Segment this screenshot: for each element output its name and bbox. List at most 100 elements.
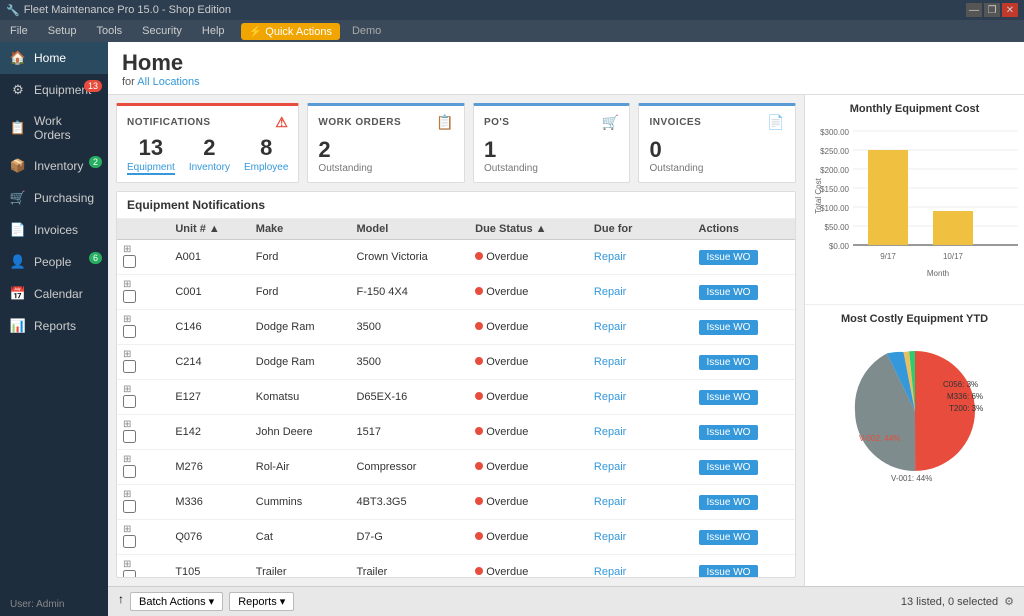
due-for-link[interactable]: Repair xyxy=(594,531,626,543)
row-due-for: Repair xyxy=(588,275,693,310)
invoices-icon: 📄 xyxy=(10,222,26,238)
row-status: Overdue xyxy=(469,450,588,485)
sidebar-item-reports[interactable]: 📊 Reports xyxy=(0,310,108,342)
issue-wo-button[interactable]: Issue WO xyxy=(699,565,759,578)
maximize-button[interactable]: ❐ xyxy=(984,3,1000,17)
sidebar-label-equipment: Equipment xyxy=(34,83,91,97)
row-warn xyxy=(147,555,169,578)
menu-security[interactable]: Security xyxy=(138,23,186,39)
reports-button[interactable]: Reports ▾ xyxy=(229,592,294,611)
row-model: D7-G xyxy=(350,520,469,555)
row-make: Dodge Ram xyxy=(250,345,351,380)
sidebar-label-home: Home xyxy=(34,51,66,65)
close-button[interactable]: ✕ xyxy=(1002,3,1018,17)
row-status: Overdue xyxy=(469,485,588,520)
row-expand: ⊞ xyxy=(117,520,147,555)
sidebar-item-purchasing[interactable]: 🛒 Purchasing xyxy=(0,182,108,214)
sidebar-label-people: People xyxy=(34,255,71,269)
sidebar-item-people[interactable]: 👤 People 6 xyxy=(0,246,108,278)
sidebar-item-work-orders[interactable]: 📋 Work Orders xyxy=(0,106,108,150)
row-model: 3500 xyxy=(350,345,469,380)
issue-wo-button[interactable]: Issue WO xyxy=(699,320,759,335)
minimize-button[interactable]: — xyxy=(966,3,982,17)
th-status[interactable]: Due Status ▲ xyxy=(469,219,588,240)
sidebar-item-inventory[interactable]: 📦 Inventory 2 xyxy=(0,150,108,182)
table-row: ⊞ C001 Ford F-150 4X4 Overdue Repair Iss… xyxy=(117,275,795,310)
svg-text:$200.00: $200.00 xyxy=(820,166,849,175)
invoices-icon-card: 📄 xyxy=(767,114,785,131)
sidebar-item-home[interactable]: 🏠 Home xyxy=(0,42,108,74)
sidebar-item-equipment[interactable]: ⚙ Equipment 13 xyxy=(0,74,108,106)
due-for-link[interactable]: Repair xyxy=(594,356,626,368)
row-action: Issue WO xyxy=(693,275,795,310)
row-model: Trailer xyxy=(350,555,469,578)
settings-icon[interactable]: ⚙ xyxy=(1004,595,1014,608)
due-for-link[interactable]: Repair xyxy=(594,426,626,438)
equipment-badge: 13 xyxy=(84,80,102,92)
th-expand xyxy=(117,219,147,240)
issue-wo-button[interactable]: Issue WO xyxy=(699,425,759,440)
due-for-link[interactable]: Repair xyxy=(594,461,626,473)
quick-actions-button[interactable]: ⚡ Quick Actions xyxy=(241,23,340,40)
bar-9-17 xyxy=(868,150,908,245)
svg-text:T200: 3%: T200: 3% xyxy=(949,404,983,413)
reports-chevron-icon: ▾ xyxy=(280,595,286,608)
menu-tools[interactable]: Tools xyxy=(92,23,126,39)
upload-icon: ↑ xyxy=(118,592,124,611)
row-action: Issue WO xyxy=(693,520,795,555)
invoices-header: INVOICES 📄 xyxy=(649,114,785,131)
dashboard-right: Monthly Equipment Cost $300.00 $250.00 $… xyxy=(804,95,1024,586)
table-wrapper[interactable]: Unit # ▲ Make Model Due Status ▲ Due for… xyxy=(117,219,795,577)
th-make[interactable]: Make xyxy=(250,219,351,240)
due-for-link[interactable]: Repair xyxy=(594,251,626,263)
due-for-link[interactable]: Repair xyxy=(594,566,626,577)
due-for-link[interactable]: Repair xyxy=(594,286,626,298)
due-for-link[interactable]: Repair xyxy=(594,321,626,333)
issue-wo-button[interactable]: Issue WO xyxy=(699,530,759,545)
pos-card: PO's 🛒 1 Outstanding xyxy=(473,103,631,183)
row-expand: ⊞ xyxy=(117,310,147,345)
issue-wo-button[interactable]: Issue WO xyxy=(699,495,759,510)
table-row: ⊞ C214 Dodge Ram 3500 Overdue Repair Iss… xyxy=(117,345,795,380)
sidebar-label-invoices: Invoices xyxy=(34,223,78,237)
row-unit: A001 xyxy=(169,240,249,275)
sidebar: 🏠 Home ⚙ Equipment 13 📋 Work Orders 📦 In… xyxy=(0,42,108,616)
th-due-for[interactable]: Due for xyxy=(588,219,693,240)
row-status: Overdue xyxy=(469,555,588,578)
title-bar: 🔧 Fleet Maintenance Pro 15.0 - Shop Edit… xyxy=(0,0,1024,20)
pos-icon: 🛒 xyxy=(602,114,620,131)
location-link[interactable]: All Locations xyxy=(137,76,199,88)
row-warn xyxy=(147,275,169,310)
issue-wo-button[interactable]: Issue WO xyxy=(699,285,759,300)
batch-actions-button[interactable]: Batch Actions ▾ xyxy=(130,592,223,611)
row-status: Overdue xyxy=(469,240,588,275)
row-action: Issue WO xyxy=(693,555,795,578)
table-row: ⊞ C146 Dodge Ram 3500 Overdue Repair Iss… xyxy=(117,310,795,345)
bar-chart-svg: $300.00 $250.00 $200.00 $150.00 $100.00 … xyxy=(813,121,1023,286)
due-for-link[interactable]: Repair xyxy=(594,391,626,403)
row-due-for: Repair xyxy=(588,310,693,345)
issue-wo-button[interactable]: Issue WO xyxy=(699,460,759,475)
menu-file[interactable]: File xyxy=(6,23,32,39)
th-unit[interactable]: Unit # ▲ xyxy=(169,219,249,240)
window-title: Fleet Maintenance Pro 15.0 - Shop Editio… xyxy=(24,4,231,16)
issue-wo-button[interactable]: Issue WO xyxy=(699,355,759,370)
menu-setup[interactable]: Setup xyxy=(44,23,81,39)
row-warn xyxy=(147,415,169,450)
row-status: Overdue xyxy=(469,415,588,450)
alert-icon: ⚠ xyxy=(275,114,288,131)
due-for-link[interactable]: Repair xyxy=(594,496,626,508)
issue-wo-button[interactable]: Issue WO xyxy=(699,390,759,405)
menu-help[interactable]: Help xyxy=(198,23,229,39)
row-action: Issue WO xyxy=(693,345,795,380)
row-due-for: Repair xyxy=(588,450,693,485)
row-expand: ⊞ xyxy=(117,275,147,310)
table-row: ⊞ T105 Trailer Trailer Overdue Repair Is… xyxy=(117,555,795,578)
inventory-icon: 📦 xyxy=(10,158,26,174)
issue-wo-button[interactable]: Issue WO xyxy=(699,250,759,265)
pie-container: C056: 3% M336: 6% T200: 3% V-002: 44% V-… xyxy=(813,331,1016,491)
equipment-table: Unit # ▲ Make Model Due Status ▲ Due for… xyxy=(117,219,795,577)
th-model[interactable]: Model xyxy=(350,219,469,240)
sidebar-item-calendar[interactable]: 📅 Calendar xyxy=(0,278,108,310)
sidebar-item-invoices[interactable]: 📄 Invoices xyxy=(0,214,108,246)
